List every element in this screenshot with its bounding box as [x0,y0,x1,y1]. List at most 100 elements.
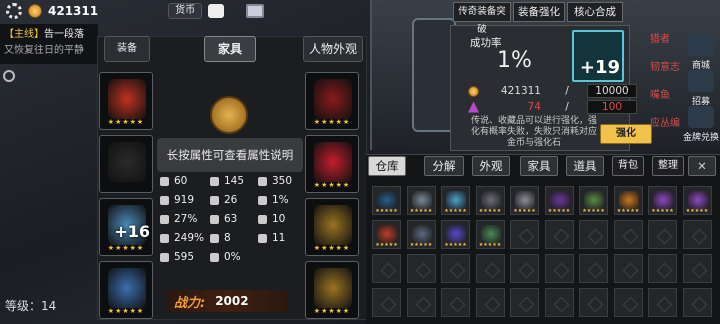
empty-inventory-slot[interactable] [441,254,470,283]
side-menu-recruit[interactable]: 招募 [682,70,720,107]
chat-icon[interactable] [208,4,225,18]
tab-legendary-breakthrough[interactable]: 传奇装备突破 [453,2,511,35]
tab-inv-furniture[interactable]: 家具 [520,156,558,176]
stat-item[interactable]: 595 [160,251,194,263]
tab-appearance[interactable]: 人物外观 [303,36,363,62]
right-slot-red-blade[interactable]: ★★★★★ [305,72,359,130]
empty-inventory-slot[interactable] [544,254,574,283]
empty-inventory-slot[interactable] [372,288,401,317]
empty-inventory-slot[interactable] [579,288,608,317]
burst-orange-icon [618,191,639,209]
empty-inventory-slot[interactable] [613,288,643,317]
empty-inventory-slot[interactable] [406,288,436,317]
tab-inv-appearance[interactable]: 外观 [472,156,510,176]
inventory-item[interactable]: ★★★★★ [579,186,608,215]
tab-disassemble[interactable]: 分解 [424,156,464,176]
empty-inventory-slot[interactable] [510,220,539,249]
inventory-item[interactable]: ★★★★★ [406,186,436,215]
tab-core-synthesis[interactable]: 核心合成 [567,2,623,22]
inventory-item[interactable]: ★★★★★ [475,220,505,249]
inventory-item[interactable]: ★★★★★ [544,186,574,215]
stat-value: 1% [272,194,289,206]
settings-gear-icon[interactable] [6,3,22,19]
inventory-item[interactable]: ★★★★★ [372,186,401,215]
empty-inventory-slot[interactable] [613,220,643,249]
eye-icon[interactable] [3,70,15,82]
stat-item[interactable]: 8 [210,232,231,244]
speed-icon [210,176,219,186]
currency-button[interactable]: 货币 [168,3,203,19]
inventory-item[interactable]: ★★★★★ [372,220,401,249]
left-slot-red-helmet[interactable]: ★★★★★ [99,72,153,130]
empty-inventory-slot[interactable] [579,220,608,249]
stat-item[interactable]: 11 [258,232,285,244]
enhance-item-slot[interactable]: +19 [572,30,624,82]
tab-warehouse[interactable]: 仓库 [368,156,406,176]
empty-inventory-slot[interactable] [406,254,436,283]
inventory-item[interactable]: ★★★★★ [648,186,677,215]
inventory-item[interactable]: ★★★★★ [510,186,539,215]
tab-props[interactable]: 道具 [566,156,604,176]
enhance-button[interactable]: 强化 [600,124,652,144]
empty-inventory-slot[interactable] [579,254,608,283]
left-slot-blue-boots[interactable]: ★★★★★ [99,261,153,319]
empty-inventory-slot[interactable] [682,220,712,249]
star-rating: ★★★★★ [107,118,145,126]
inventory-item[interactable]: ★★★★★ [441,220,470,249]
empty-inventory-slot[interactable] [372,254,401,283]
mail-icon[interactable] [246,4,265,18]
scanner-icon [411,191,432,209]
empty-inventory-slot[interactable] [613,254,643,283]
tab-sort[interactable]: 整理 [652,156,684,176]
stat-item[interactable]: 249% [160,232,204,244]
side-menu-shop[interactable]: 商城 [682,34,720,71]
quest-tracker[interactable]: 【主线】告一段落 又恢复往日的平静 [0,24,98,64]
stat-item[interactable]: 60 [160,175,187,187]
empty-inventory-slot[interactable] [648,220,677,249]
inventory-item[interactable]: ★★★★★ [682,186,712,215]
stat-item[interactable]: 145 [210,175,244,187]
furniture-medal-icon[interactable] [210,96,248,134]
empty-inventory-slot[interactable] [544,288,574,317]
left-slot-empty-armor[interactable] [99,135,153,193]
empty-inventory-slot[interactable] [510,288,539,317]
crit-icon [258,195,267,205]
empty-inventory-slot[interactable] [475,254,505,283]
gold-have: 421311 [500,85,541,97]
stat-item[interactable]: 0% [210,251,241,263]
empty-inventory-slot[interactable] [682,288,712,317]
inventory-item[interactable]: ★★★★★ [406,220,436,249]
empty-inventory-slot[interactable] [544,220,574,249]
defense-icon [210,233,219,243]
empty-inventory-slot[interactable] [441,288,470,317]
inventory-item[interactable]: ★★★★★ [441,186,470,215]
tab-bag[interactable]: 背包 [612,156,644,176]
stat-item[interactable]: 63 [210,213,237,225]
empty-inventory-slot[interactable] [648,288,677,317]
empty-inventory-slot[interactable] [510,254,539,283]
tab-equipment[interactable]: 装备 [104,36,150,62]
empty-inventory-slot[interactable] [648,254,677,283]
stat-value: 27% [174,213,198,225]
enhance-description: 传说、收藏品可以进行强化，强化有概率失败，失败只消耗对应金币与强化石 [470,116,597,148]
right-slot-gold-star[interactable]: ★★★★★ [305,198,359,256]
star-rating: ★★★★★ [409,242,433,248]
tab-furniture[interactable]: 家具 [204,36,256,62]
close-icon[interactable]: ✕ [688,156,716,176]
empty-inventory-slot[interactable] [475,288,505,317]
right-slot-gold-star-2[interactable]: ★★★★★ [305,261,359,319]
side-menu-exchange[interactable]: 金牌兑换 [682,106,720,143]
stat-item[interactable]: 919 [160,194,194,206]
right-slot-red-orb[interactable]: ★★★★★ [305,135,359,193]
stat-item[interactable]: 350 [258,175,292,187]
inventory-item[interactable]: ★★★★★ [613,186,643,215]
combat-power-bar: 战力: 2002 [168,290,288,312]
left-slot-blue-gloves[interactable]: ★★★★★ +16 [99,198,153,256]
inventory-item[interactable]: ★★★★★ [475,186,505,215]
stat-item[interactable]: 10 [258,213,285,225]
empty-inventory-slot[interactable] [682,254,712,283]
stat-item[interactable]: 27% [160,213,197,225]
stat-item[interactable]: 26 [210,194,237,206]
stat-item[interactable]: 1% [258,194,289,206]
tab-equipment-enhance[interactable]: 装备强化 [513,2,565,22]
